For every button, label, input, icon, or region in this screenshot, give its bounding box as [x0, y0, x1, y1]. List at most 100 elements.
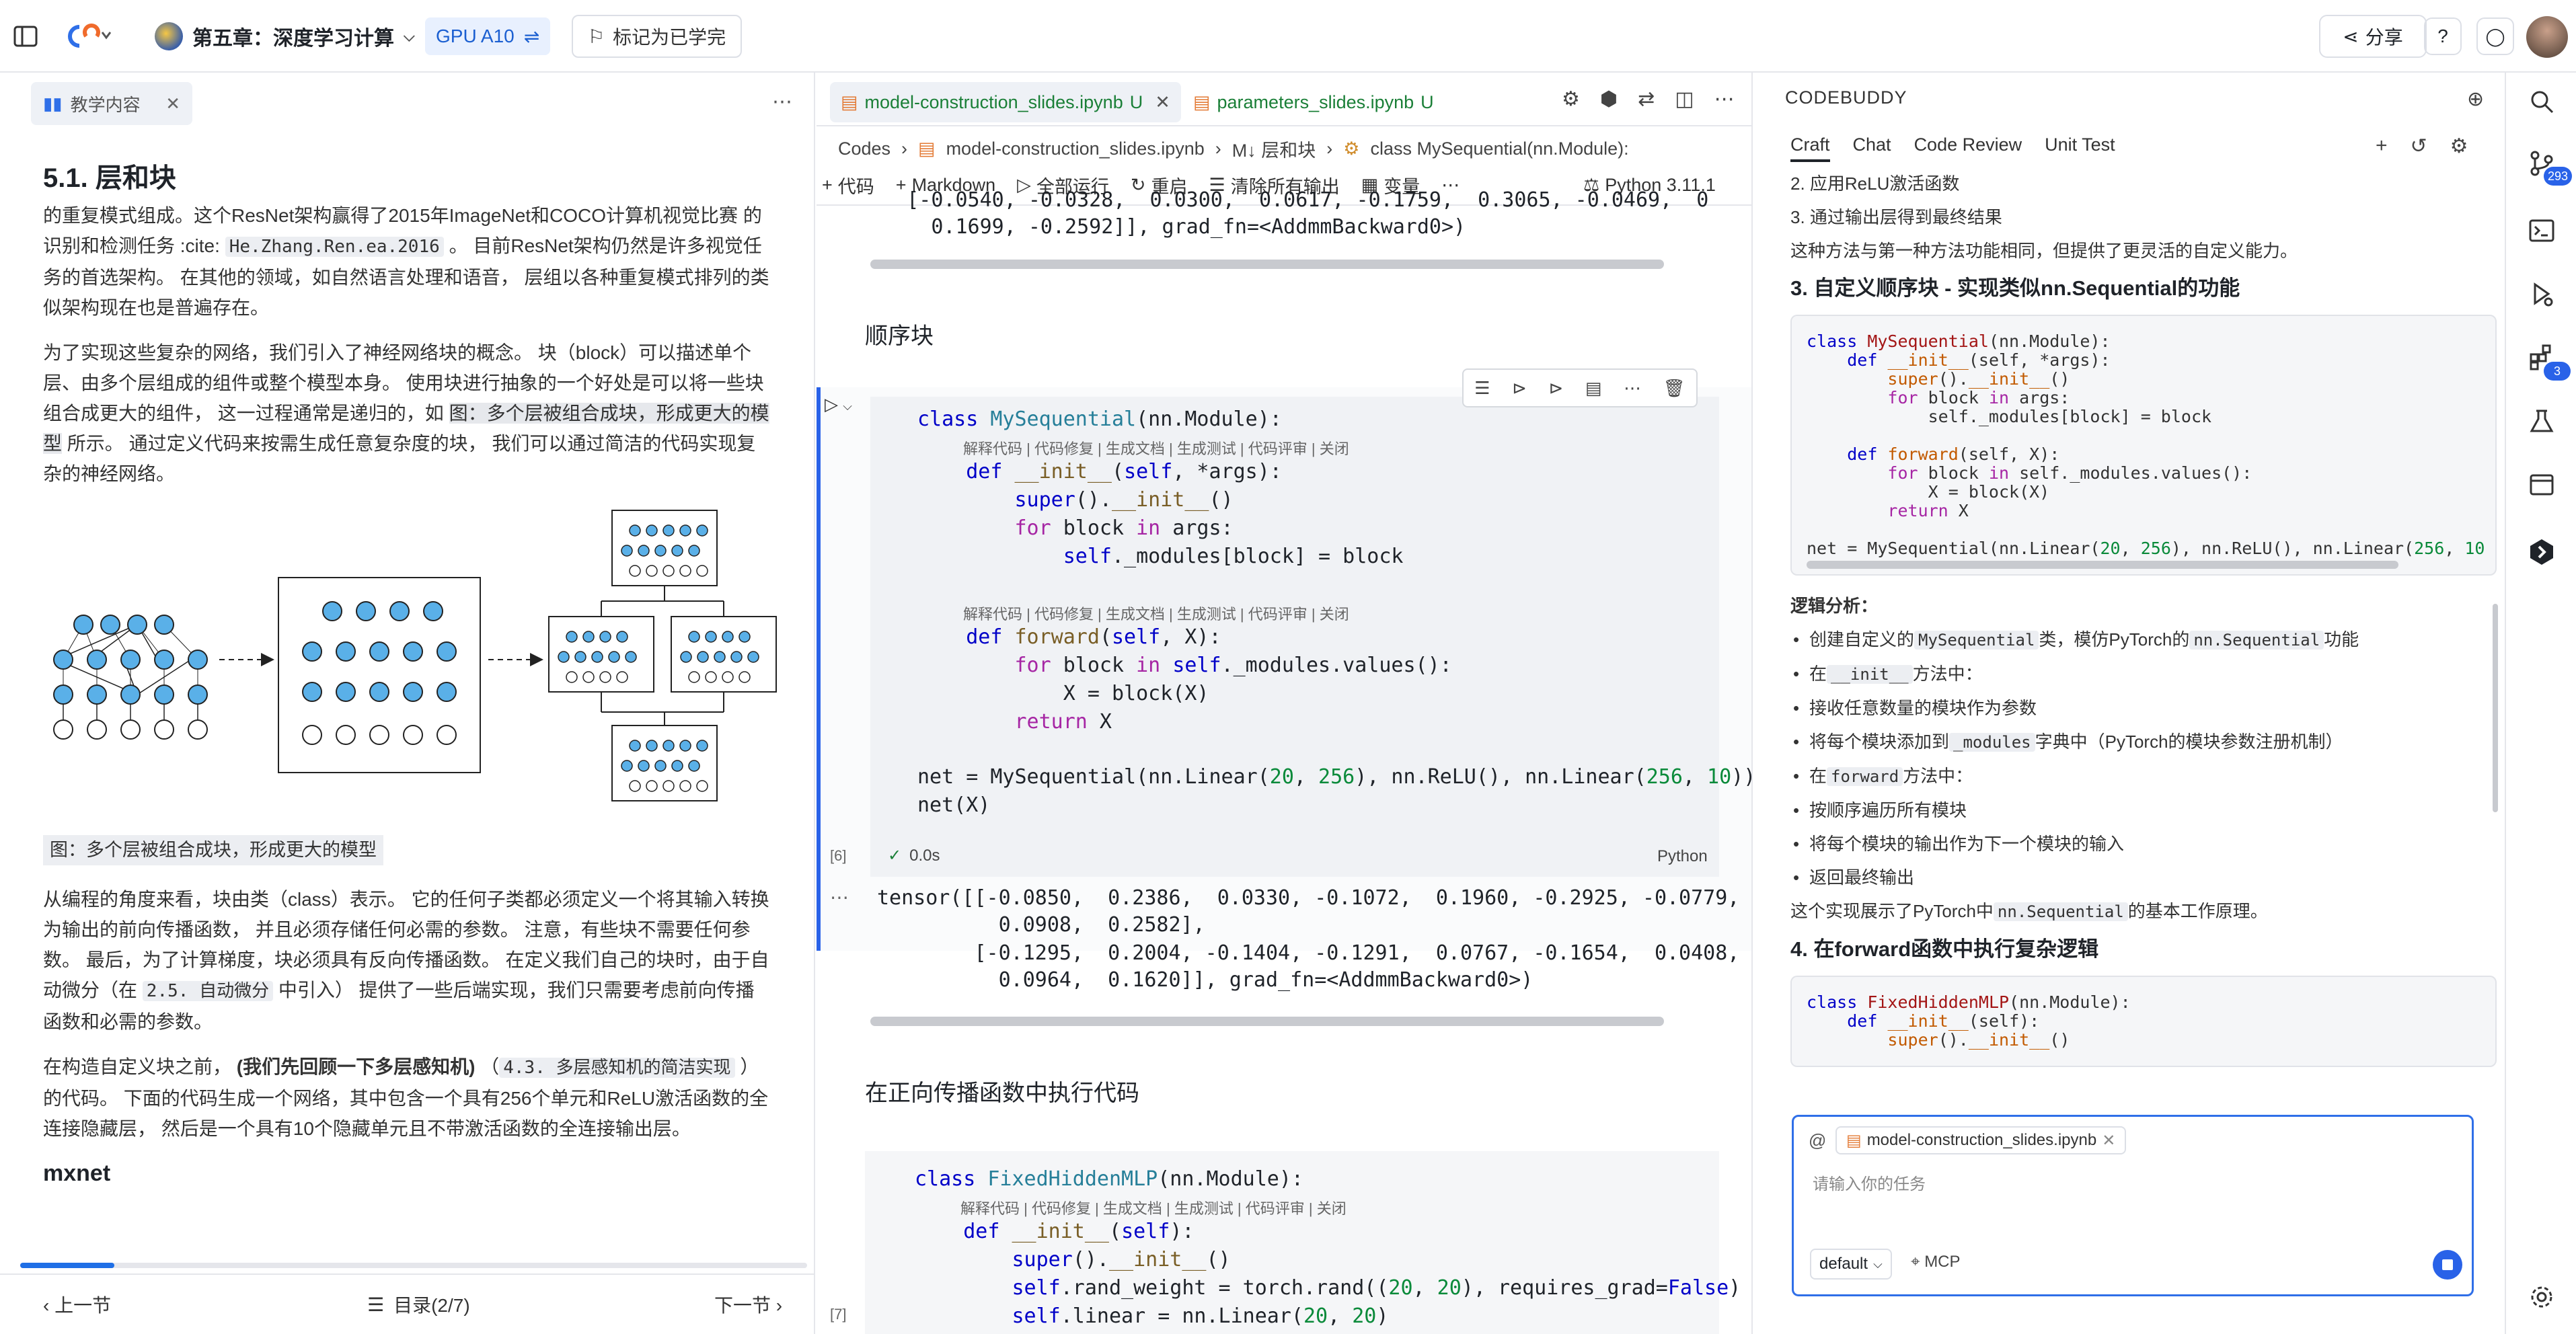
terminal-icon[interactable] [2526, 215, 2557, 246]
more-icon[interactable]: ⋯ [772, 90, 792, 114]
toc-button[interactable]: ☰ 目录(2/7) [367, 1291, 470, 1318]
ai-actions[interactable]: 解释代码 | 代码修复 | 生成文档 | 生成测试 | 代码评审 | 关闭 [963, 437, 1349, 459]
code-snippet[interactable]: class MySequential(nn.Module): def __ini… [1790, 315, 2497, 576]
run-below-icon[interactable]: ⊳ [1549, 378, 1564, 399]
book-icon: ▮▮ [43, 93, 63, 114]
next-section-button[interactable]: 下一节 › [714, 1291, 782, 1318]
code-line: def forward(self, X): [966, 625, 1221, 649]
tab-label: 教学内容 [70, 94, 141, 115]
output-more-icon[interactable]: ⋯ [830, 886, 849, 908]
split-editor-icon[interactable]: ◫ [1675, 87, 1694, 111]
tab-parameters[interactable]: ▤ parameters_slides.ipynb U [1193, 82, 1434, 122]
section-ref[interactable]: 2.5. 自动微分 [142, 981, 274, 1001]
tab-unit-test[interactable]: Unit Test [2045, 134, 2115, 162]
code-line: X = block(X) [917, 682, 1209, 705]
cell-language[interactable]: Python [1657, 847, 1708, 866]
panel-icon[interactable] [2526, 469, 2557, 500]
code-line: self.rand_weight = torch.rand((20, 20), … [1012, 1276, 1741, 1300]
swap-icon: ⇌ [523, 26, 540, 47]
course-title: 第五章：深度学习计算 [192, 28, 394, 50]
more-icon[interactable]: ⋯ [1714, 87, 1735, 111]
breadcrumb-item[interactable]: model-construction_slides.ipynb [946, 139, 1205, 159]
gear-icon[interactable]: ⚙ [1562, 87, 1580, 111]
source-control-badge: 293 [2544, 167, 2573, 186]
codebuddy-icon[interactable] [2526, 537, 2557, 567]
share-button[interactable]: ⋖ 分享 [2319, 15, 2427, 58]
text-line: 这种方法与第一种方法功能相同，但提供了更灵活的自定义能力。 [1790, 241, 2298, 261]
plus-icon[interactable]: + [2376, 134, 2388, 158]
lesson-panel: ▮▮ 教学内容 ✕ ⋯ 5.1. 层和块 的重复模式组成。这个ResNet架构赢… [0, 73, 815, 1334]
mark-learned-button[interactable]: ⚐ 标记为已学完 [572, 15, 743, 58]
debug-icon[interactable] [2526, 278, 2557, 309]
run-by-line-icon[interactable]: ☰ [1474, 378, 1490, 399]
section-heading: 3. 自定义顺序块 - 实现类似nn.Sequential的功能 [1790, 276, 2240, 300]
breadcrumb-item[interactable]: Codes [838, 139, 891, 159]
gpu-label: GPU A10 [436, 26, 515, 46]
figure-caption: 图：多个层被组合成块，形成更大的模型 [43, 835, 383, 865]
split-cell-icon[interactable]: ▤ [1585, 378, 1602, 399]
chevron-right-icon: › [1215, 138, 1221, 159]
list-item: 将每个模块添加到_modules字典中（PyTorch的模块参数注册机制） [1790, 725, 2497, 759]
conversation-scrollbar[interactable] [2493, 604, 2498, 812]
task-input-placeholder[interactable]: 请输入你的任务 [1813, 1171, 1926, 1194]
ai-actions[interactable]: 解释代码 | 代码修复 | 生成文档 | 生成测试 | 代码评审 | 关闭 [960, 1197, 1347, 1218]
close-icon[interactable]: ✕ [1155, 92, 1170, 113]
run-above-icon[interactable]: ⊳ [1512, 378, 1527, 399]
code-scrollbar[interactable] [1807, 561, 2398, 569]
top-bar: 第五章：深度学习计算 ⌵ GPU A10 ⇌ ⚐ 标记为已学完 ⋖ 分享 ? ◯ [0, 0, 2576, 73]
code-line: class MySequential(nn.Module): [917, 407, 1282, 431]
sidebar-toggle-icon[interactable] [12, 23, 39, 50]
code-line: net(X) [917, 793, 991, 817]
settings-icon[interactable] [2526, 1282, 2557, 1312]
avatar[interactable] [2526, 16, 2568, 58]
output-line: 0.0908, 0.2582], [877, 913, 1205, 937]
history-icon[interactable]: ↺ [2411, 134, 2427, 158]
tab-lesson-content[interactable]: ▮▮ 教学内容 ✕ [31, 82, 192, 125]
output-scrollbar[interactable] [870, 1017, 1664, 1026]
breadcrumb-item[interactable]: M↓ 层和块 [1232, 136, 1316, 162]
output-line: [-0.0540, -0.0328, 0.0300, 0.0617, -0.17… [858, 188, 1709, 212]
mcp-button[interactable]: ⌖ MCP [1911, 1253, 1961, 1271]
tab-craft[interactable]: Craft [1790, 134, 1830, 162]
gpu-switch-button[interactable]: GPU A10 ⇌ [425, 17, 551, 55]
search-icon[interactable] [2526, 86, 2557, 117]
model-selector[interactable]: default ⌵ [1810, 1249, 1892, 1280]
stop-icon [2442, 1259, 2453, 1270]
app-logo-icon[interactable] [59, 20, 113, 52]
tab-model-construction[interactable]: ▤ model-construction_slides.ipynb U ✕ [830, 82, 1181, 122]
task-input-box[interactable]: @ ▤ model-construction_slides.ipynb ✕ 请输… [1792, 1115, 2474, 1296]
section-heading: 4. 在forward函数中执行复杂逻辑 [1790, 937, 2099, 961]
prev-section-button[interactable]: ‹ 上一节 [43, 1291, 111, 1318]
mention-button[interactable]: @ [1809, 1130, 1826, 1151]
flask-icon[interactable] [2526, 406, 2557, 437]
notebook-panel: ▤ model-construction_slides.ipynb U ✕ ▤ … [817, 73, 1753, 1334]
paragraph: 为了实现这些复杂的网络，我们引入了神经网络块的概念。 块（block）可以描述单… [43, 342, 769, 484]
close-icon[interactable]: ✕ [165, 93, 180, 114]
section-ref[interactable]: 4.3. 多层感知机的简洁实现 [499, 1058, 735, 1078]
output-scrollbar[interactable] [870, 260, 1664, 269]
execution-count: [7] [830, 1306, 847, 1323]
tab-code-review[interactable]: Code Review [1914, 134, 2022, 162]
context-file-chip[interactable]: ▤ model-construction_slides.ipynb ✕ [1835, 1126, 2127, 1154]
lesson-footer: ‹ 上一节 ☰ 目录(2/7) 下一节 › [0, 1273, 814, 1334]
tab-chat[interactable]: Chat [1853, 134, 1891, 162]
breadcrumb-item[interactable]: class MySequential(nn.Module): [1370, 139, 1628, 159]
course-title-dropdown[interactable]: 第五章：深度学习计算 ⌵ [155, 19, 415, 54]
stop-button[interactable] [2433, 1250, 2462, 1280]
extension-icon[interactable]: ⬢ [1600, 87, 1618, 111]
close-icon[interactable]: ✕ [2102, 1131, 2115, 1150]
code-line: net = MySequential(nn.Linear(20, 256), n… [917, 765, 1751, 789]
pin-icon[interactable]: ⊕ [2467, 87, 2484, 111]
help-button[interactable]: ? [2424, 17, 2462, 55]
settings-icon[interactable]: ⚙ [2450, 134, 2468, 158]
trash-icon[interactable]: 🗑 [1663, 378, 1685, 399]
compare-icon[interactable]: ⇄ [1638, 87, 1655, 111]
reading-progress [20, 1263, 807, 1268]
code-snippet[interactable]: class FixedHiddenMLP(nn.Module): def __i… [1790, 976, 2497, 1067]
more-icon[interactable]: ⋯ [1624, 378, 1641, 399]
ai-actions[interactable]: 解释代码 | 代码修复 | 生成文档 | 生成测试 | 代码评审 | 关闭 [963, 602, 1349, 624]
chat-button[interactable]: ◯ [2476, 17, 2514, 55]
run-cell-button[interactable]: ▷ ⌵ [825, 394, 852, 415]
codebuddy-panel: CODEBUDDY ⊕ Craft Chat Code Review Unit … [1754, 73, 2505, 1334]
analysis-list: 创建自定义的MySequential类，模仿PyTorch的nn.Sequent… [1790, 623, 2497, 894]
